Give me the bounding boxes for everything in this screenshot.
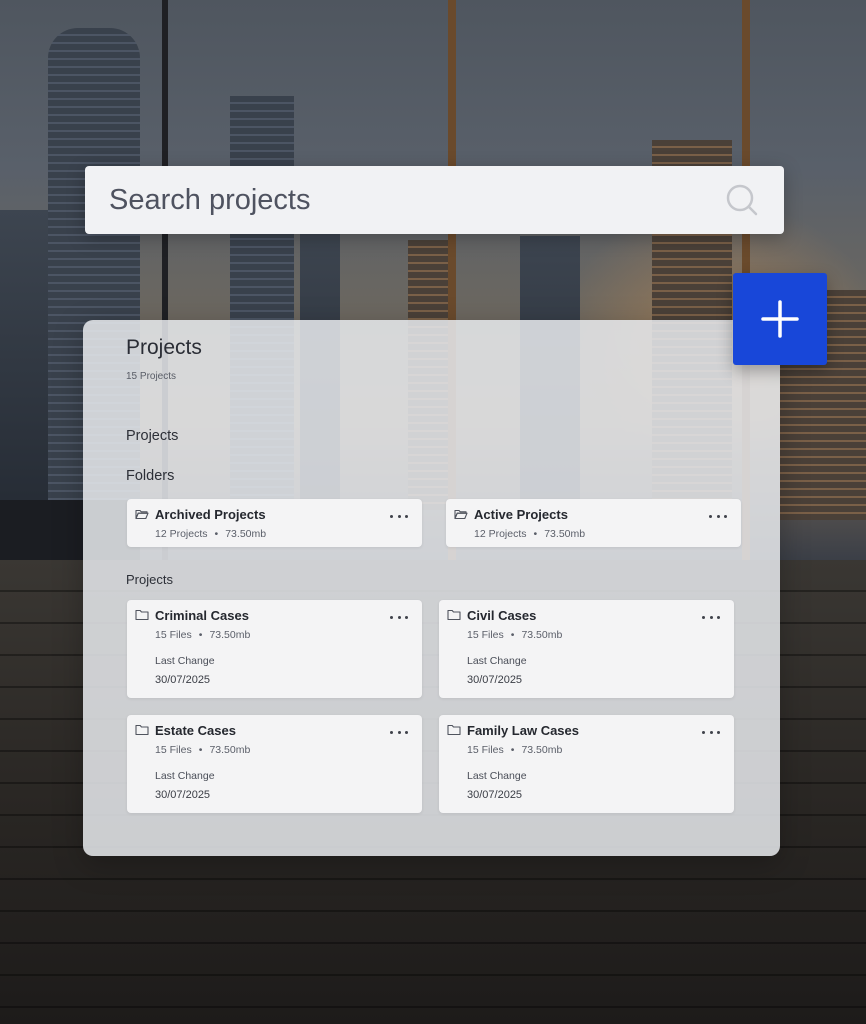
more-options-icon[interactable] [702, 727, 720, 737]
project-meta: 15 Files • 73.50mb [155, 744, 250, 756]
more-options-icon[interactable] [390, 727, 408, 737]
project-name: Family Law Cases [467, 723, 579, 738]
folder-open-icon [135, 509, 149, 520]
folder-icon [135, 609, 149, 621]
folder-meta: 12 Projects • 73.50mb [155, 528, 266, 540]
folder-size: 73.50mb [225, 528, 267, 540]
last-change-date: 30/07/2025 [467, 674, 523, 686]
project-meta: 15 Files • 73.50mb [467, 629, 562, 641]
search-bar[interactable] [85, 166, 784, 234]
project-card-estate[interactable]: Estate Cases 15 Files • 73.50mb Last Chang… [127, 715, 422, 813]
folder-icon [135, 724, 149, 736]
separator-dot: • [510, 744, 515, 756]
last-change-date: 30/07/2025 [155, 674, 211, 686]
project-size: 73.50mb [209, 744, 251, 756]
more-options-icon[interactable] [390, 612, 408, 622]
search-input[interactable] [107, 182, 724, 218]
last-change-date: 30/07/2025 [155, 789, 211, 801]
folder-icon [447, 724, 461, 736]
project-size: 73.50mb [521, 629, 563, 641]
projects-panel: Projects 15 Projects Projects Folders Ar… [83, 320, 780, 856]
project-size: 73.50mb [209, 629, 251, 641]
folder-name: Archived Projects [155, 507, 266, 522]
separator-dot: • [198, 629, 203, 641]
separator-dot: • [510, 629, 515, 641]
search-icon[interactable] [724, 182, 760, 218]
project-card-civil[interactable]: Civil Cases 15 Files • 73.50mb Last Change… [439, 600, 734, 698]
project-files: 15 Files [155, 744, 192, 756]
projects-tab[interactable]: Projects [126, 428, 178, 444]
project-card-criminal[interactable]: Criminal Cases 15 Files • 73.50mb Last Cha… [127, 600, 422, 698]
folders-heading: Folders [126, 468, 175, 484]
separator-dot: • [533, 528, 538, 540]
folder-count: 12 Projects [155, 528, 208, 540]
separator-dot: • [198, 744, 203, 756]
panel-title: Projects [126, 336, 202, 359]
project-name: Civil Cases [467, 608, 537, 623]
last-change-label: Last Change [155, 655, 215, 667]
project-size: 73.50mb [521, 744, 563, 756]
project-count: 15 Projects [126, 371, 177, 382]
folder-size: 73.50mb [544, 528, 586, 540]
folder-name: Active Projects [474, 507, 568, 522]
project-files: 15 Files [155, 629, 192, 641]
project-files: 15 Files [467, 629, 504, 641]
project-files: 15 Files [467, 744, 504, 756]
projects-heading: Projects [126, 572, 173, 587]
last-change-date: 30/07/2025 [467, 789, 523, 801]
folder-card-archived[interactable]: Archived Projects 12 Projects • 73.50mb [127, 499, 422, 547]
last-change-label: Last Change [467, 770, 527, 782]
add-project-button[interactable] [733, 273, 827, 365]
plus-icon [761, 300, 799, 338]
project-name: Estate Cases [155, 723, 236, 738]
project-meta: 15 Files • 73.50mb [467, 744, 562, 756]
last-change-label: Last Change [467, 655, 527, 667]
folder-count: 12 Projects [474, 528, 527, 540]
project-meta: 15 Files • 73.50mb [155, 629, 250, 641]
project-card-family-law[interactable]: Family Law Cases 15 Files • 73.50mb Last C… [439, 715, 734, 813]
project-name: Criminal Cases [155, 608, 249, 623]
last-change-label: Last Change [155, 770, 215, 782]
folder-card-active[interactable]: Active Projects 12 Projects • 73.50mb [446, 499, 741, 547]
separator-dot: • [214, 528, 219, 540]
more-options-icon[interactable] [702, 612, 720, 622]
more-options-icon[interactable] [390, 511, 408, 521]
folder-icon [447, 609, 461, 621]
folder-meta: 12 Projects • 73.50mb [474, 528, 585, 540]
folder-open-icon [454, 509, 468, 520]
more-options-icon[interactable] [709, 511, 727, 521]
